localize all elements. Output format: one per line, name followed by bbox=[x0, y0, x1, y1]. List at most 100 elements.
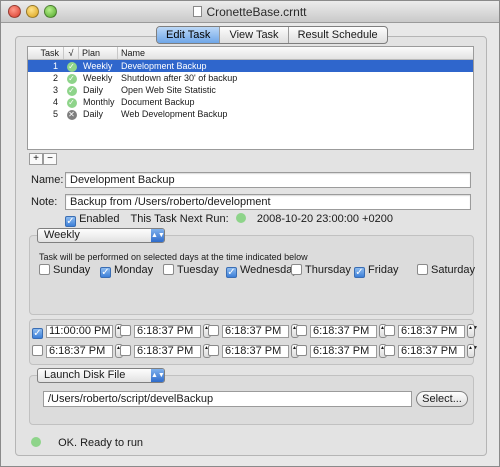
window-title: CronetteBase.crntt bbox=[1, 5, 499, 19]
task-number: 4 bbox=[52, 97, 58, 107]
remove-task-button[interactable]: − bbox=[43, 153, 57, 165]
name-field[interactable]: Development Backup bbox=[65, 172, 471, 188]
time-checkbox[interactable] bbox=[208, 344, 219, 356]
stepper-icon[interactable]: ▲▼ bbox=[467, 344, 478, 358]
tab-result-schedule[interactable]: Result Schedule bbox=[289, 27, 387, 43]
error-status-icon: ✕ bbox=[66, 110, 77, 120]
time-slot: 6:18:37 PM▲▼ bbox=[120, 324, 214, 338]
stepper-icon[interactable]: ▲▼ bbox=[467, 324, 478, 338]
day-wednesday[interactable]: ✓ Wednesday bbox=[226, 264, 298, 278]
time-field[interactable]: 6:18:37 PM bbox=[222, 344, 289, 358]
column-header-name[interactable]: Name bbox=[118, 47, 473, 59]
task-number: 2 bbox=[52, 73, 58, 83]
day-checkbox[interactable] bbox=[417, 264, 428, 275]
note-field[interactable]: Backup from /Users/roberto/development bbox=[65, 194, 471, 210]
day-checkbox[interactable]: ✓ bbox=[226, 267, 237, 278]
table-buttons: + − bbox=[29, 153, 57, 165]
time-field[interactable]: 6:18:37 PM bbox=[46, 344, 113, 358]
time-field[interactable]: 6:18:37 PM bbox=[310, 344, 377, 358]
time-field[interactable]: 6:18:37 PM bbox=[222, 324, 289, 338]
action-type-value: Launch Disk File bbox=[44, 369, 126, 381]
plan-popup-value: Weekly bbox=[44, 229, 80, 241]
path-field[interactable]: /Users/roberto/script/develBackup bbox=[43, 391, 412, 407]
day-thursday[interactable]: Thursday bbox=[291, 264, 351, 276]
time-checkbox[interactable] bbox=[384, 324, 395, 336]
next-run-value: 2008-10-20 23:00:00 +0200 bbox=[256, 213, 393, 225]
day-monday[interactable]: ✓ Monday bbox=[100, 264, 153, 278]
app-window: CronetteBase.crntt Edit Task View Task R… bbox=[0, 0, 500, 467]
ok-status-icon: ✓ bbox=[66, 86, 77, 96]
day-checkbox[interactable] bbox=[39, 264, 50, 275]
time-field[interactable]: 11:00:00 PM bbox=[46, 324, 113, 338]
time-field[interactable]: 6:18:37 PM bbox=[398, 324, 465, 338]
next-run-label: This Task Next Run: bbox=[130, 213, 229, 225]
day-checkbox[interactable]: ✓ bbox=[354, 267, 365, 278]
day-tuesday[interactable]: Tuesday bbox=[163, 264, 219, 276]
status-bar: OK. Ready to run bbox=[31, 437, 143, 449]
task-table[interactable]: Task √ Plan Name 1 ✓ Weekly Development … bbox=[27, 46, 474, 150]
time-slot: ✓11:00:00 PM▲▼ bbox=[32, 324, 126, 339]
task-number: 5 bbox=[52, 109, 58, 119]
table-row[interactable]: 1 ✓ Weekly Development Backup bbox=[28, 60, 473, 72]
name-label: Name: bbox=[31, 174, 64, 186]
time-slot: 6:18:37 PM▲▼ bbox=[120, 344, 214, 358]
day-friday[interactable]: ✓ Friday bbox=[354, 264, 399, 278]
time-checkbox[interactable] bbox=[296, 344, 307, 356]
add-task-button[interactable]: + bbox=[29, 153, 43, 165]
day-label: Monday bbox=[114, 264, 154, 276]
column-header-plan[interactable]: Plan bbox=[79, 47, 118, 59]
note-label: Note: bbox=[31, 196, 58, 208]
document-icon bbox=[193, 6, 203, 17]
time-checkbox[interactable] bbox=[384, 344, 395, 356]
title-bar[interactable]: CronetteBase.crntt bbox=[1, 1, 499, 23]
task-plan: Weekly bbox=[83, 73, 113, 83]
column-header-task[interactable]: Task bbox=[28, 47, 64, 59]
day-saturday[interactable]: Saturday bbox=[417, 264, 475, 276]
ok-status-icon: ✓ bbox=[66, 74, 77, 84]
task-plan: Weekly bbox=[83, 61, 113, 71]
time-slot: 6:18:37 PM▲▼ bbox=[32, 344, 126, 358]
task-name: Development Backup bbox=[121, 61, 207, 71]
table-row[interactable]: 4 ✓ Monthly Document Backup bbox=[28, 96, 473, 108]
enabled-checkbox[interactable]: ✓ bbox=[65, 216, 76, 227]
time-field[interactable]: 6:18:37 PM bbox=[134, 344, 201, 358]
task-name: Open Web Site Statistic bbox=[121, 85, 216, 95]
day-checkbox[interactable]: ✓ bbox=[100, 267, 111, 278]
day-label: Thursday bbox=[305, 264, 351, 276]
time-checkbox[interactable] bbox=[208, 324, 219, 336]
select-button[interactable]: Select... bbox=[416, 391, 468, 407]
table-row[interactable]: 2 ✓ Weekly Shutdown after 30' of backup bbox=[28, 72, 473, 84]
day-checkbox[interactable] bbox=[163, 264, 174, 275]
day-label: Tuesday bbox=[177, 264, 219, 276]
next-run-ok-icon bbox=[235, 213, 246, 223]
time-checkbox[interactable]: ✓ bbox=[32, 327, 43, 339]
enabled-label: Enabled bbox=[79, 213, 120, 225]
tab-bar: Edit Task View Task Result Schedule bbox=[156, 26, 388, 44]
action-type-popup[interactable]: Launch Disk File ▲▼ bbox=[37, 368, 165, 383]
time-checkbox[interactable] bbox=[120, 324, 131, 336]
ok-status-icon: ✓ bbox=[66, 62, 77, 72]
time-slot: 6:18:37 PM▲▼ bbox=[208, 324, 302, 338]
time-field[interactable]: 6:18:37 PM bbox=[134, 324, 201, 338]
tab-view-task[interactable]: View Task bbox=[220, 27, 289, 43]
tab-edit-task[interactable]: Edit Task bbox=[157, 27, 221, 43]
time-field[interactable]: 6:18:37 PM bbox=[310, 324, 377, 338]
time-checkbox[interactable] bbox=[296, 324, 307, 336]
time-checkbox[interactable] bbox=[120, 344, 131, 356]
time-slot: 6:18:37 PM▲▼ bbox=[384, 324, 478, 338]
status-text: OK. Ready to run bbox=[58, 437, 144, 449]
time-slot: 6:18:37 PM▲▼ bbox=[208, 344, 302, 358]
time-slot: 6:18:37 PM▲▼ bbox=[296, 324, 390, 338]
table-row[interactable]: 5 ✕ Daily Web Development Backup bbox=[28, 108, 473, 120]
time-field[interactable]: 6:18:37 PM bbox=[398, 344, 465, 358]
enabled-row: ✓ Enabled This Task Next Run: 2008-10-20… bbox=[65, 213, 393, 227]
day-label: Sunday bbox=[53, 264, 91, 276]
day-checkbox[interactable] bbox=[291, 264, 302, 275]
day-sunday[interactable]: Sunday bbox=[39, 264, 90, 276]
column-header-check[interactable]: √ bbox=[64, 47, 79, 59]
table-row[interactable]: 3 ✓ Daily Open Web Site Statistic bbox=[28, 84, 473, 96]
time-checkbox[interactable] bbox=[32, 344, 43, 356]
day-label: Friday bbox=[368, 264, 399, 276]
plan-popup[interactable]: Weekly ▲▼ bbox=[37, 228, 165, 243]
status-ok-icon bbox=[31, 437, 41, 447]
